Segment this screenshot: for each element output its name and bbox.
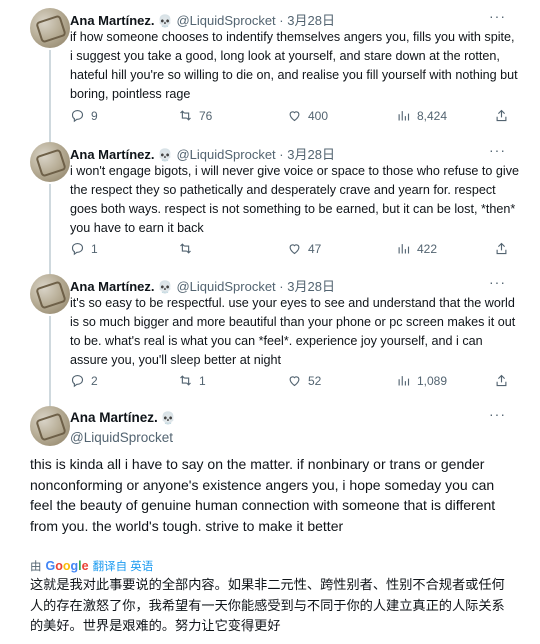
reply-icon (71, 109, 84, 123)
reply-icon (71, 242, 84, 256)
dot-separator: · (279, 279, 284, 294)
tweet-date[interactable]: 3月28日 (287, 147, 335, 162)
reply-button[interactable]: 1 (70, 241, 98, 256)
tweet-2[interactable]: Ana Martínez. 💀 @LiquidSprocket · 3月28日 ··… (0, 136, 540, 270)
reply-button[interactable]: 9 (70, 108, 98, 123)
views-button[interactable]: 1,089 (396, 373, 447, 388)
tweet-date[interactable]: 3月28日 (287, 13, 335, 28)
like-button[interactable]: 52 (287, 373, 321, 388)
tweet-text: it's so easy to be respectful. use your … (70, 296, 516, 367)
share-icon (496, 109, 507, 122)
like-icon (289, 244, 300, 255)
share-icon (496, 242, 507, 255)
tweet-header: Ana Martínez. 💀 @LiquidSprocket · 3月28日 (70, 10, 335, 29)
views-count: 1,089 (417, 373, 448, 388)
more-icon[interactable]: ··· (489, 142, 506, 158)
thread-line (49, 184, 51, 270)
skull-emoji-icon: 💀 (160, 411, 176, 425)
more-icon[interactable]: ··· (489, 8, 506, 24)
main-tweet: Ana Martínez. 💀 @LiquidSprocket ··· this … (0, 402, 540, 644)
avatar[interactable] (30, 8, 70, 48)
more-icon[interactable]: ··· (489, 274, 506, 290)
share-button[interactable] (494, 373, 515, 388)
more-icon[interactable]: ··· (489, 406, 506, 422)
like-icon (289, 111, 300, 122)
like-count: 400 (308, 108, 329, 123)
skull-emoji-icon: 💀 (157, 280, 173, 294)
reply-icon (71, 374, 84, 388)
retweet-count: 1 (199, 373, 206, 388)
translated-text: 这就是我对此事要说的全部内容。如果非二元性、跨性别者、性别不合规者或任何人的存在… (30, 578, 505, 634)
views-icon (398, 244, 410, 254)
views-count: 422 (417, 241, 438, 256)
reply-count: 9 (91, 108, 98, 123)
tweet-text: this is kinda all i have to say on the m… (30, 456, 496, 534)
skull-emoji-icon: 💀 (157, 148, 173, 162)
author-name[interactable]: Ana Martínez. (70, 279, 155, 294)
author-block: Ana Martínez. 💀 @LiquidSprocket (70, 408, 180, 447)
reply-count: 1 (91, 241, 98, 256)
dot-separator: · (279, 147, 284, 162)
tweet-header: Ana Martínez. 💀 @LiquidSprocket · 3月28日 (70, 144, 335, 163)
dot-separator: · (279, 13, 284, 28)
author-name[interactable]: Ana Martínez. (70, 410, 158, 425)
retweet-count: 76 (199, 108, 213, 123)
like-count: 47 (308, 241, 322, 256)
reply-count: 2 (91, 373, 98, 388)
tweet-date[interactable]: 3月28日 (287, 279, 335, 294)
retweet-icon (180, 243, 191, 254)
views-button[interactable]: 8,424 (396, 108, 447, 123)
retweet-button[interactable]: 76 (178, 108, 212, 123)
google-logo: Google (45, 559, 89, 573)
skull-emoji-icon: 💀 (157, 14, 173, 28)
reply-button[interactable]: 2 (70, 373, 98, 388)
share-button[interactable] (494, 241, 515, 256)
share-icon (496, 374, 507, 387)
thread-line (49, 50, 51, 136)
views-icon (398, 376, 410, 386)
author-name[interactable]: Ana Martínez. (70, 147, 155, 162)
tweet-3[interactable]: Ana Martínez. 💀 @LiquidSprocket · 3月28日 ··… (0, 270, 540, 402)
tweet-text: i won't engage bigots, i will never give… (70, 164, 520, 235)
tweet-1[interactable]: Ana Martínez. 💀 @LiquidSprocket · 3月28日 ··… (0, 0, 540, 136)
translation-attribution: 由 Google 翻译自 英语 (30, 558, 153, 574)
thread-line (49, 316, 51, 402)
author-handle[interactable]: @LiquidSprocket (70, 428, 180, 447)
action-bar: 9 76 400 8,424 (70, 108, 510, 126)
avatar[interactable] (30, 142, 70, 182)
retweet-icon (180, 375, 191, 386)
author-name[interactable]: Ana Martínez. (70, 13, 155, 28)
translation-source-link[interactable]: 翻译自 英语 (93, 558, 154, 574)
author-handle[interactable]: @LiquidSprocket (176, 13, 275, 28)
views-icon (398, 111, 410, 121)
retweet-button[interactable] (178, 241, 199, 256)
retweet-button[interactable]: 1 (178, 373, 206, 388)
tweet-header: Ana Martínez. 💀 @LiquidSprocket · 3月28日 (70, 276, 335, 295)
retweet-icon (180, 110, 191, 121)
author-handle[interactable]: @LiquidSprocket (176, 147, 275, 162)
like-icon (289, 376, 300, 387)
tweet-text: if how someone chooses to indentify them… (70, 30, 518, 101)
avatar[interactable] (30, 274, 70, 314)
action-bar: 2 1 52 1,089 (70, 373, 510, 391)
like-button[interactable]: 47 (287, 241, 321, 256)
share-button[interactable] (494, 108, 515, 123)
like-button[interactable]: 400 (287, 108, 328, 123)
author-handle[interactable]: @LiquidSprocket (176, 279, 275, 294)
action-bar: 1 47 422 (70, 241, 510, 259)
views-button[interactable]: 422 (396, 241, 437, 256)
translate-prefix: 由 (30, 561, 42, 573)
avatar[interactable] (30, 406, 70, 446)
like-count: 52 (308, 373, 322, 388)
views-count: 8,424 (417, 108, 448, 123)
